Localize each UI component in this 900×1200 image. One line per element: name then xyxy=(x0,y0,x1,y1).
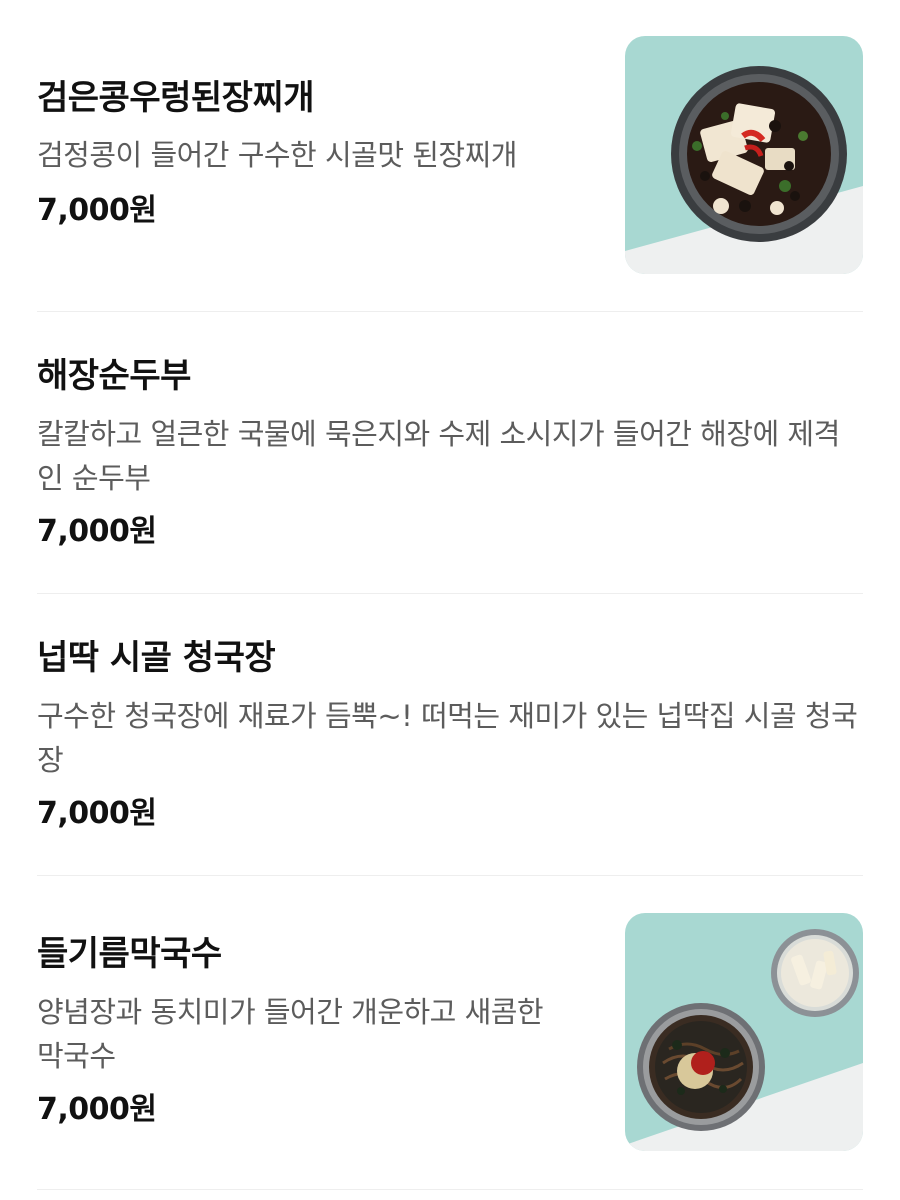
menu-item-description: 칼칼하고 얼큰한 국물에 묵은지와 수제 소시지가 들어간 해장에 제격인 순두… xyxy=(37,417,840,495)
menu-item-name: 넙딱 시골 청국장 xyxy=(37,638,276,678)
menu-item-name: 들기름막국수 xyxy=(37,934,222,974)
stew-bowl-photo xyxy=(625,36,863,274)
menu-item-price: 7,000원 xyxy=(37,796,157,831)
menu-item-name: 검은콩우렁된장찌개 xyxy=(37,78,315,118)
menu-item-name: 해장순두부 xyxy=(37,356,191,396)
menu-item-photo[interactable] xyxy=(625,36,863,274)
menu-item-description: 구수한 청국장에 재료가 듬뿍~! 떠먹는 재미가 있는 넙딱집 시골 청국장 xyxy=(37,699,858,777)
menu-item-price: 7,000원 xyxy=(37,193,157,228)
menu-item-makguksu[interactable]: 들기름막국수 양념장과 동치미가 들어간 개운하고 새콤한 막국수 7,000원 xyxy=(37,876,863,1190)
menu-item-haejang-sundubu[interactable]: 해장순두부 칼칼하고 얼큰한 국물에 묵은지와 수제 소시지가 들어간 해장에 … xyxy=(37,312,863,594)
menu-item-description: 양념장과 동치미가 들어간 개운하고 새콤한 막국수 xyxy=(37,995,544,1073)
menu-item-price: 7,000원 xyxy=(37,514,157,549)
noodle-bowl-photo xyxy=(625,913,863,1151)
menu-item-description: 검정콩이 들어간 구수한 시골맛 된장찌개 xyxy=(37,138,517,172)
menu-item-doenjang-jjigae[interactable]: 검은콩우렁된장찌개 검정콩이 들어간 구수한 시골맛 된장찌개 7,000원 xyxy=(37,0,863,312)
menu-item-cheonggukjang[interactable]: 넙딱 시골 청국장 구수한 청국장에 재료가 듬뿍~! 떠먹는 재미가 있는 넙… xyxy=(37,594,863,876)
menu-item-photo[interactable] xyxy=(625,913,863,1151)
menu-item-price: 7,000원 xyxy=(37,1092,157,1127)
